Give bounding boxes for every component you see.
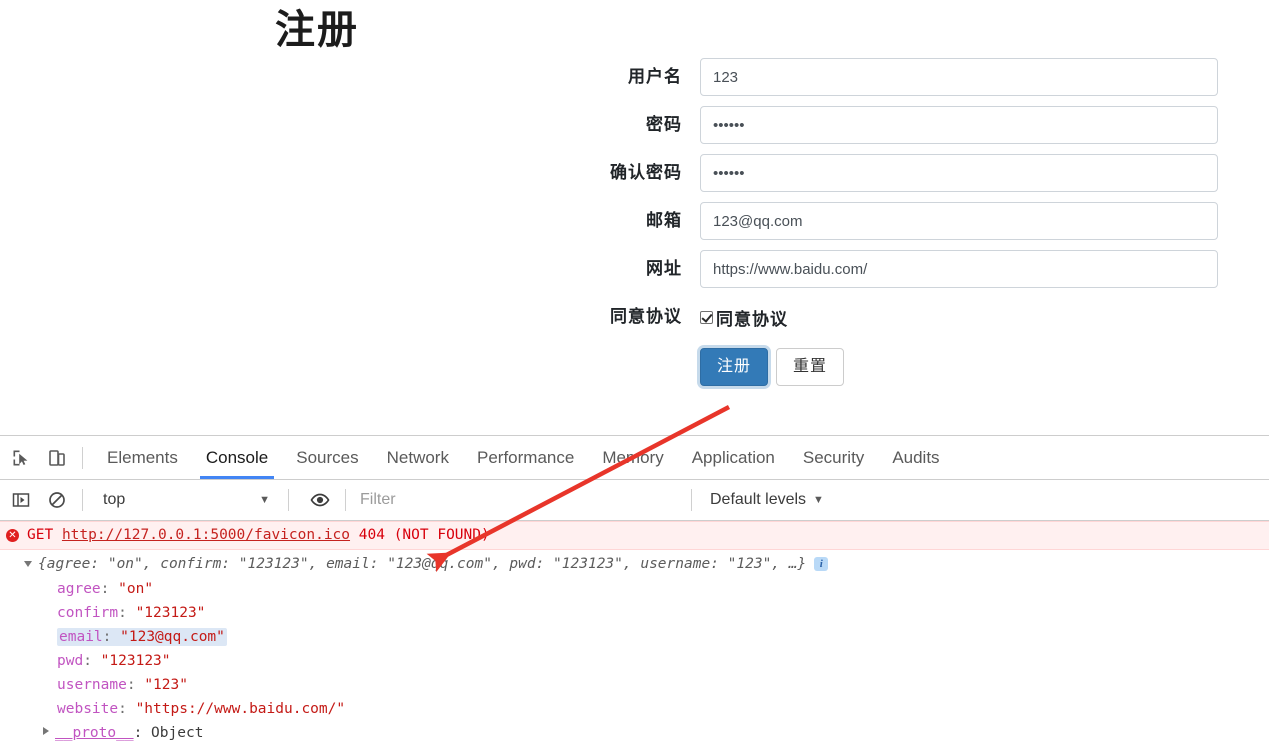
label-password: 密码 [646,115,682,134]
console-messages: ✕ GET http://127.0.0.1:5000/favicon.ico … [0,521,1269,745]
prop-key-username: username [57,677,127,693]
info-icon[interactable]: i [814,557,829,571]
console-prop-pwd: pwd: "123123" [57,653,171,669]
prop-key-confirm: confirm [57,605,119,621]
console-prop-username: username: "123" [57,677,188,693]
form-row-website: 网址 [0,250,1269,288]
email-input[interactable] [700,202,1218,240]
console-prop-confirm: confirm: "123123" [57,605,206,621]
form-row-email: 邮箱 [0,202,1269,240]
prop-value-username: "123" [144,677,188,693]
console-levels-value: Default levels [710,491,807,508]
filterbar-divider-2 [288,489,289,511]
prop-key-website: website [57,701,119,717]
tab-memory[interactable]: Memory [588,436,677,479]
tab-elements[interactable]: Elements [93,436,192,479]
console-context-value: top [103,491,126,508]
prop-key-agree: agree [57,581,101,597]
prop-value-agree: "on" [118,581,154,597]
console-context-select[interactable]: top ▼ [93,487,278,513]
username-input[interactable] [700,58,1218,96]
tab-network[interactable]: Network [373,436,463,479]
confirm-password-input[interactable] [700,154,1218,192]
live-expression-eye-icon[interactable] [305,485,335,515]
tab-audits[interactable]: Audits [878,436,953,479]
form-row-agreement: 同意协议 同意协议 [0,298,1269,336]
prop-key-pwd: pwd [57,653,84,669]
expand-triangle-icon-proto[interactable] [43,727,49,735]
console-error-row[interactable]: ✕ GET http://127.0.0.1:5000/favicon.ico … [0,521,1269,550]
device-toolbar-icon[interactable] [42,443,72,473]
label-website: 网址 [646,259,682,278]
console-filter-input[interactable] [356,488,681,512]
label-confirm-password: 确认密码 [610,163,682,182]
console-filterbar: top ▼ Default levels ▼ [0,480,1269,521]
prop-value-proto: Object [151,725,204,741]
error-status: 404 [358,527,385,543]
error-icon: ✕ [6,529,19,542]
prop-value-pwd: "123123" [100,653,171,669]
prop-value-confirm: "123123" [135,605,206,621]
prop-value-website: "https://www.baidu.com/" [135,701,346,717]
submit-button[interactable]: 注册 [700,348,769,386]
tab-application[interactable]: Application [678,436,789,479]
console-object-summary-text: {agree: "on", confirm: "123123", email: … [38,556,807,572]
console-prop-email: email: "123@qq.com" [57,628,227,646]
prop-key-email: email [59,629,103,645]
devtools-panel: Elements Console Sources Network Perform… [0,435,1269,748]
expand-triangle-icon[interactable] [24,561,32,571]
tab-performance[interactable]: Performance [463,436,588,479]
filterbar-divider-4 [691,489,692,511]
error-status-text: (NOT FOUND) [393,527,490,543]
actions-spacer [0,342,700,386]
label-agreement: 同意协议 [610,307,682,326]
console-prop-website: website: "https://www.baidu.com/" [57,701,346,717]
browser-viewport: 注册 用户名 密码 确认密码 邮箱 [0,0,1269,435]
website-input[interactable] [700,250,1218,288]
inspect-element-icon[interactable] [6,443,36,473]
error-method: GET [27,527,54,543]
console-prop-proto: __proto__: Object [0,721,1269,745]
tab-console[interactable]: Console [192,436,282,479]
tab-security[interactable]: Security [789,436,878,479]
chevron-down-icon-levels: ▼ [813,494,824,506]
form-row-username: 用户名 [0,58,1269,96]
console-sidebar-toggle-icon[interactable] [6,485,36,515]
prop-key-proto: __proto__ [55,725,134,741]
password-input[interactable] [700,106,1218,144]
form-row-actions: 注册 重置 [0,342,1269,386]
console-prop-agree: agree: "on" [57,581,154,597]
console-levels-select[interactable]: Default levels ▼ [702,487,832,513]
registration-form: 用户名 密码 确认密码 邮箱 网址 [0,58,1269,386]
prop-value-email: "123@qq.com" [120,629,225,645]
reset-button[interactable]: 重置 [776,348,845,386]
filterbar-divider-1 [82,489,83,511]
page-title: 注册 [275,8,359,52]
toolbar-divider [82,446,83,469]
agreement-checkbox[interactable] [700,311,713,324]
filterbar-divider-3 [345,489,346,511]
form-row-confirm-password: 确认密码 [0,154,1269,192]
form-row-password: 密码 [0,106,1269,144]
chevron-down-icon: ▼ [259,494,270,506]
devtools-tabbar: Elements Console Sources Network Perform… [0,436,1269,480]
label-email: 邮箱 [646,211,682,230]
console-object-summary-row: {agree: "on", confirm: "123123", email: … [0,550,1269,577]
clear-console-icon[interactable] [42,485,72,515]
error-url[interactable]: http://127.0.0.1:5000/favicon.ico [62,525,350,545]
label-username: 用户名 [628,67,682,86]
agreement-checkbox-label[interactable]: 同意协议 [716,305,788,330]
tab-sources[interactable]: Sources [282,436,372,479]
